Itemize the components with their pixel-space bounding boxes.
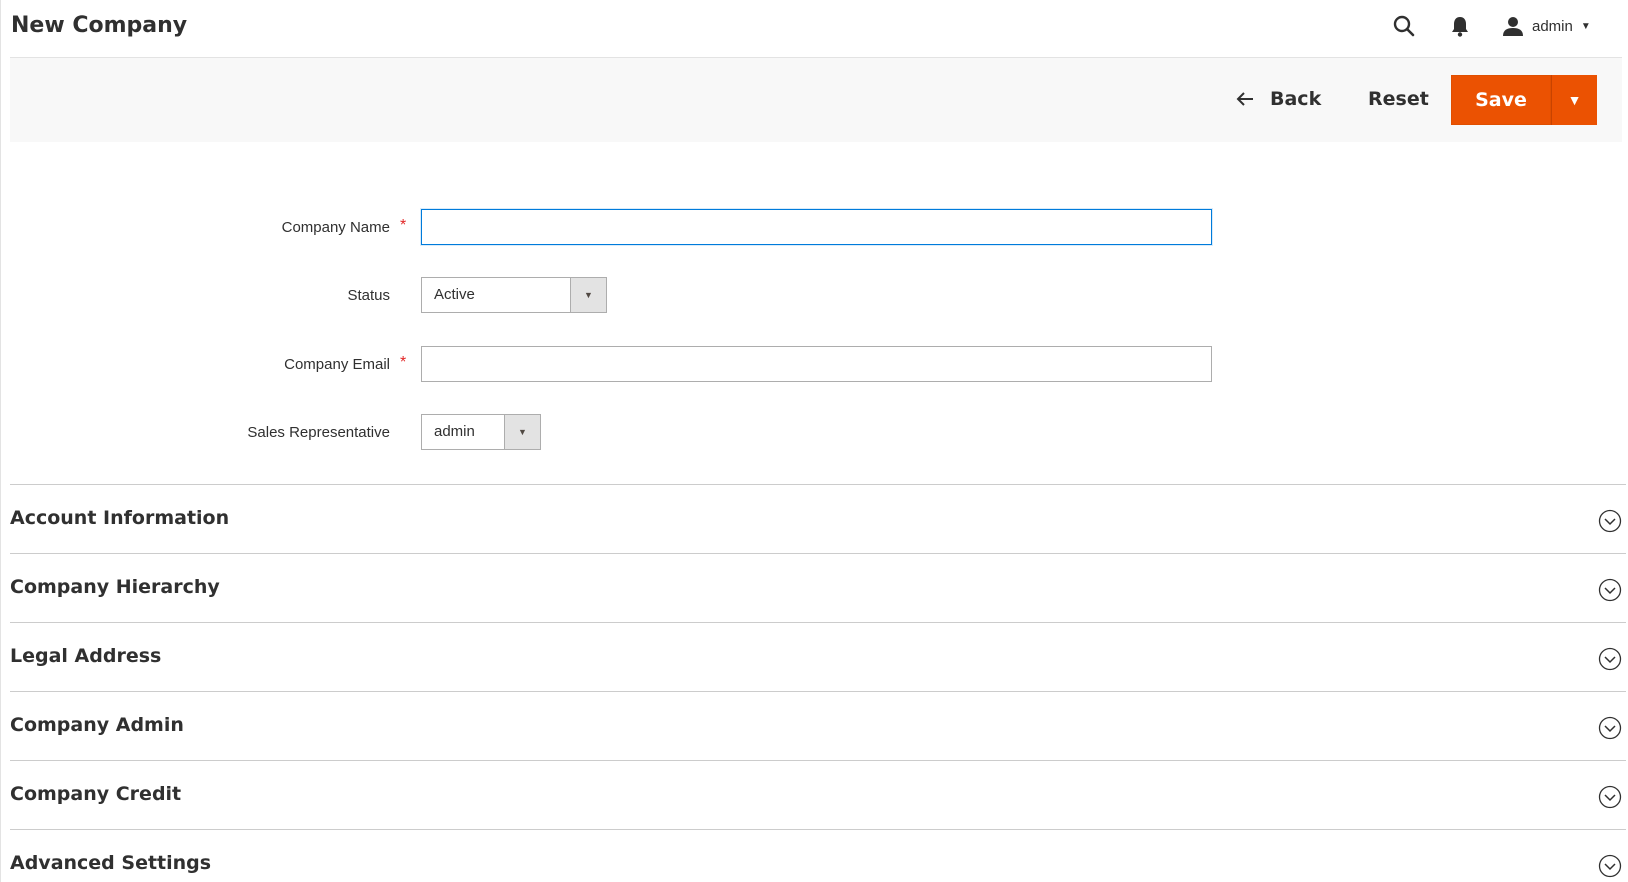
save-button[interactable]: Save [1451, 75, 1551, 125]
section-title: Legal Address [10, 645, 162, 667]
chevron-circle-down-icon [1598, 854, 1622, 878]
sales-rep-row: Sales Representative admin ▼ [0, 414, 1628, 452]
notifications-button[interactable] [1446, 12, 1474, 40]
select-arrow-icon: ▼ [570, 278, 606, 312]
company-email-label: Company Email [284, 356, 390, 373]
section-title: Company Admin [10, 714, 184, 736]
required-mark: * [400, 217, 407, 234]
chevron-circle-down-icon [1598, 716, 1622, 740]
status-label: Status [347, 287, 390, 304]
company-name-input[interactable] [421, 209, 1212, 245]
arrow-left-icon [1236, 92, 1253, 106]
action-bar: Back Reset Save ▼ [10, 58, 1622, 142]
bell-icon [1452, 17, 1468, 37]
page-title: New Company [11, 13, 188, 38]
caret-down-icon: ▼ [1580, 20, 1591, 32]
sales-rep-label: Sales Representative [247, 424, 390, 441]
save-split-button: Save ▼ [1451, 75, 1597, 125]
section-title: Account Information [10, 507, 230, 529]
select-arrow-icon: ▼ [504, 415, 540, 449]
section-title: Advanced Settings [10, 852, 212, 874]
sales-rep-select[interactable]: admin ▼ [421, 414, 541, 450]
chevron-circle-down-icon [1598, 647, 1622, 671]
section-advanced-settings[interactable]: Advanced Settings [10, 829, 1626, 882]
section-company-admin[interactable]: Company Admin [10, 691, 1626, 760]
company-email-input[interactable] [421, 346, 1212, 382]
section-company-hierarchy[interactable]: Company Hierarchy [10, 553, 1626, 622]
sales-rep-value: admin [434, 423, 475, 440]
save-label: Save [1475, 89, 1527, 111]
back-label: Back [1270, 88, 1322, 110]
search-button[interactable] [1390, 12, 1418, 40]
status-value: Active [434, 286, 475, 303]
chevron-circle-down-icon [1598, 509, 1622, 533]
section-legal-address[interactable]: Legal Address [10, 622, 1626, 691]
save-options-toggle[interactable]: ▼ [1551, 75, 1597, 125]
user-icon [1503, 17, 1523, 36]
chevron-circle-down-icon [1598, 785, 1622, 809]
status-select[interactable]: Active ▼ [421, 277, 607, 313]
company-form: Company Name * Status Active ▼ Company E… [0, 142, 1628, 482]
chevron-circle-down-icon [1598, 578, 1622, 602]
user-menu[interactable]: admin ▼ [1502, 12, 1622, 40]
reset-button[interactable]: Reset [1368, 84, 1429, 114]
page-header: New Company admin ▼ [10, 0, 1622, 58]
user-name: admin [1532, 17, 1573, 35]
caret-down-icon: ▼ [1567, 92, 1582, 108]
required-mark: * [400, 354, 407, 371]
collapsible-sections: Account Information Company Hierarchy Le… [10, 484, 1626, 882]
company-name-row: Company Name * [0, 209, 1628, 247]
company-email-row: Company Email * [0, 346, 1628, 384]
back-button[interactable]: Back [1236, 84, 1321, 114]
search-icon [1393, 15, 1415, 37]
section-account-information[interactable]: Account Information [10, 484, 1626, 553]
section-title: Company Hierarchy [10, 576, 220, 598]
section-title: Company Credit [10, 783, 182, 805]
reset-label: Reset [1368, 88, 1429, 110]
status-row: Status Active ▼ [0, 277, 1628, 315]
company-name-label: Company Name [281, 219, 390, 236]
section-company-credit[interactable]: Company Credit [10, 760, 1626, 829]
